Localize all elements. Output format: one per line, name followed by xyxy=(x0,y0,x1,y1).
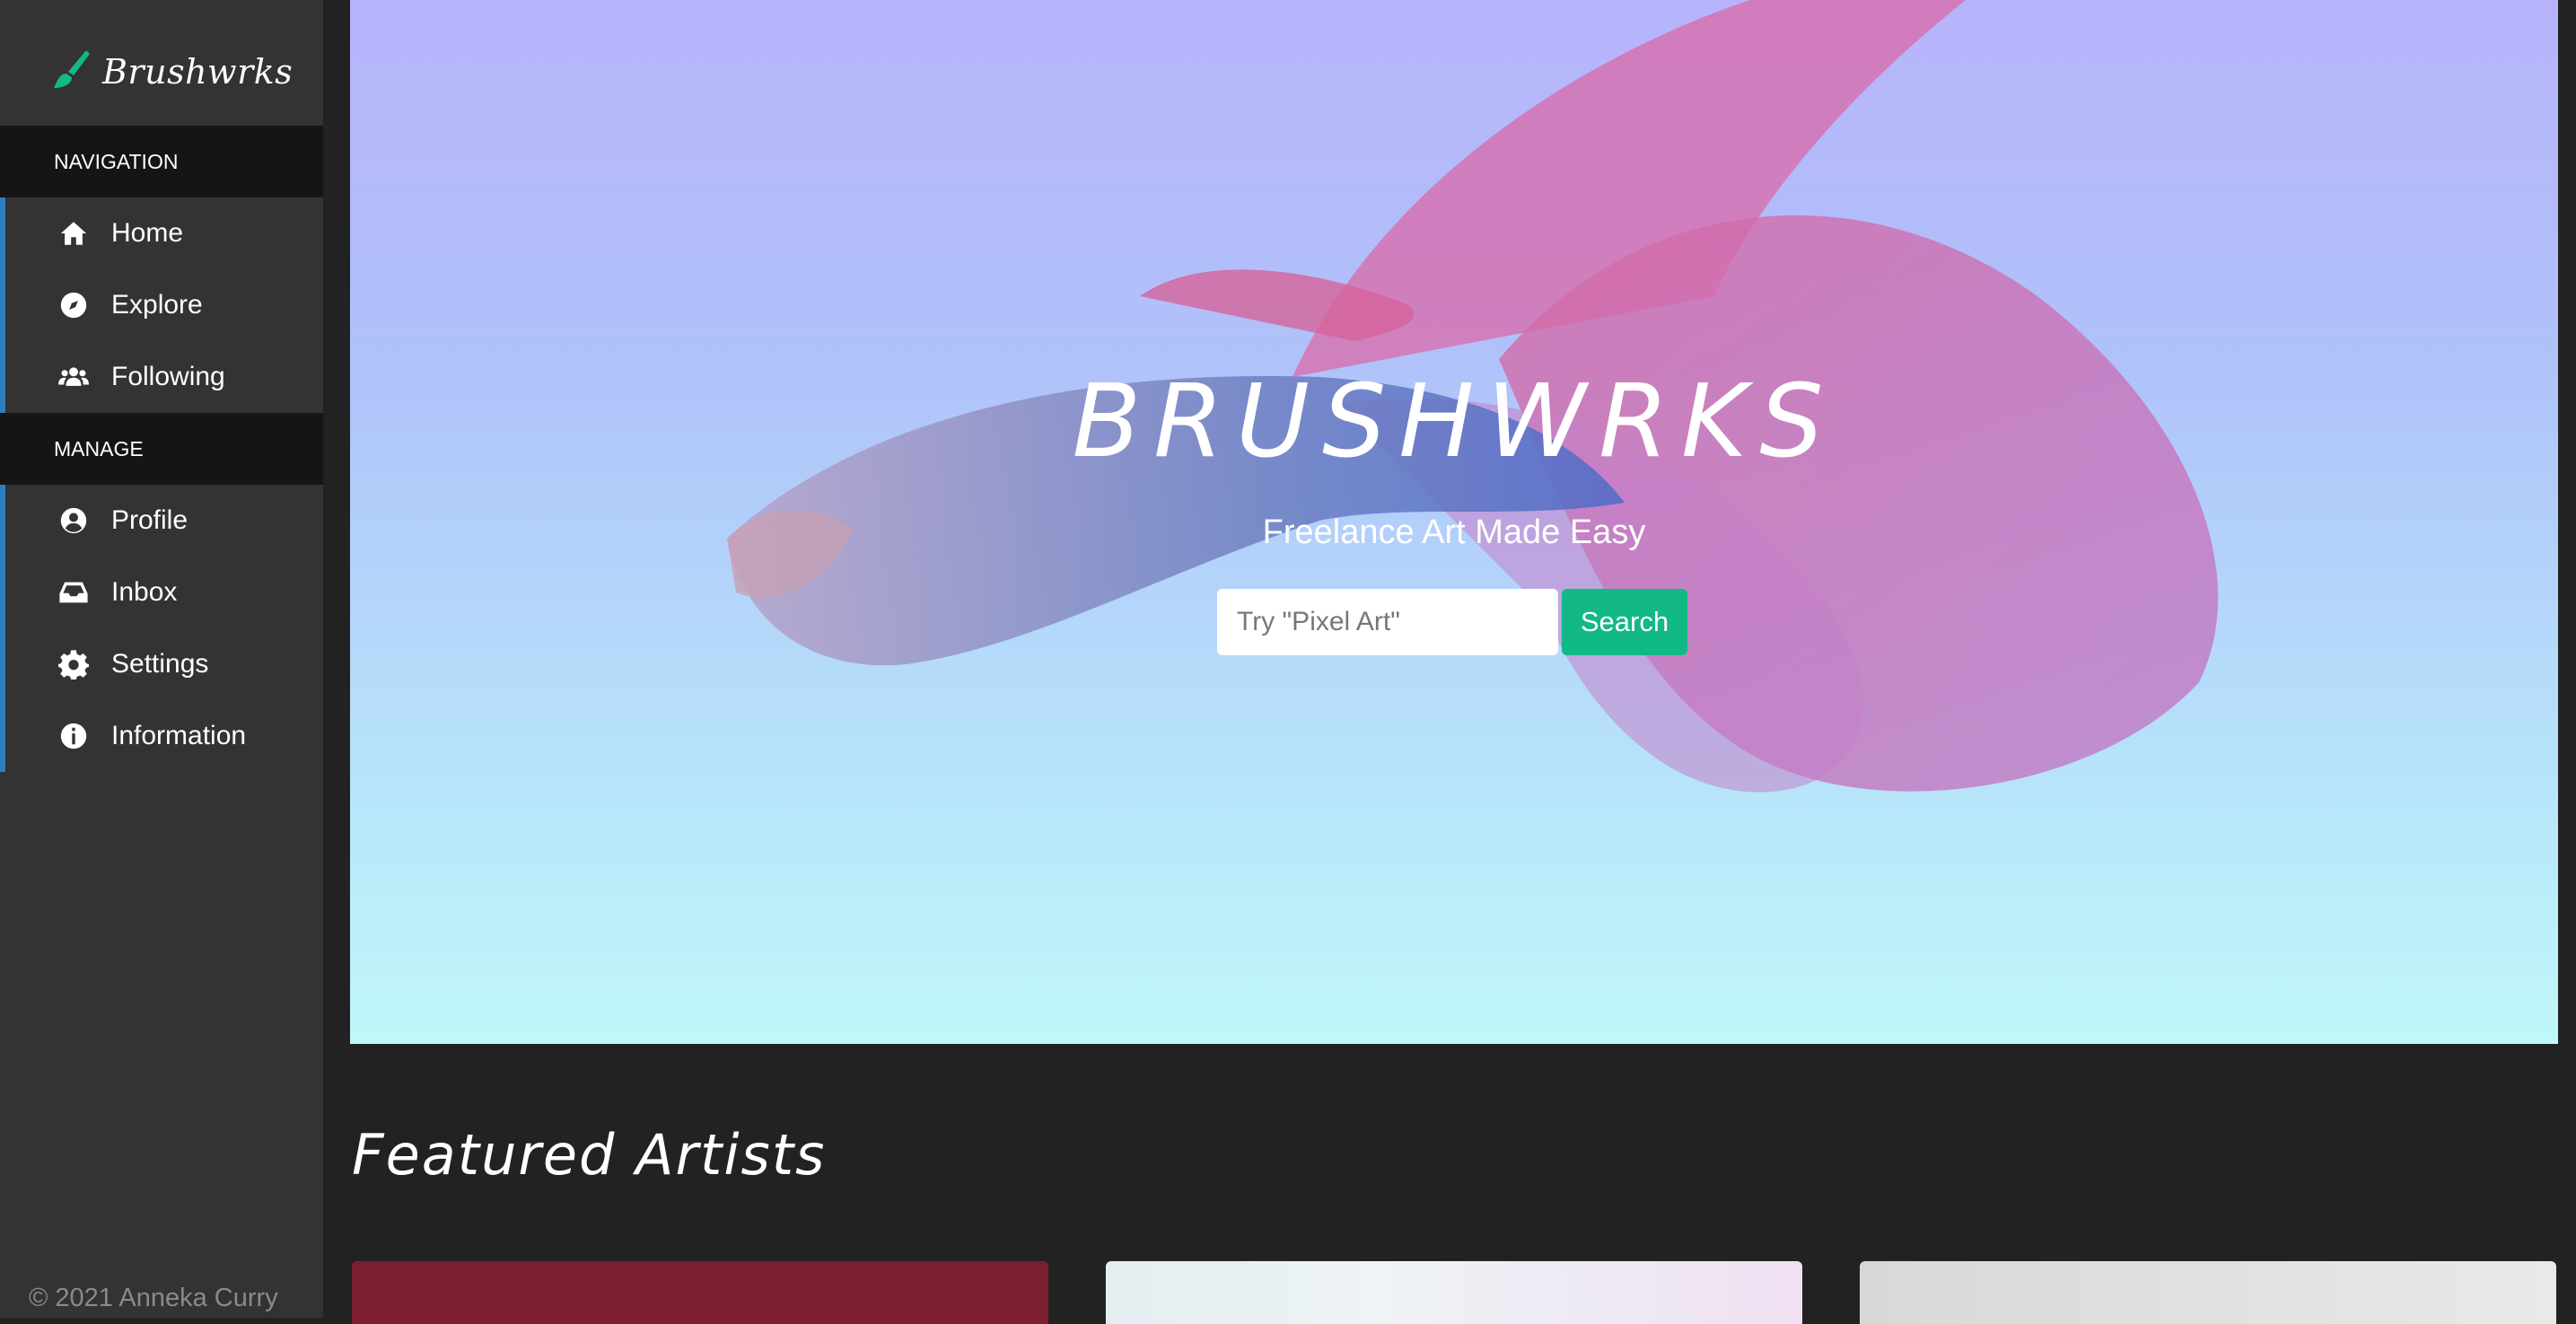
sidebar-item-following[interactable]: Following xyxy=(0,341,323,413)
sidebar-item-information[interactable]: Information xyxy=(0,700,323,772)
inbox-icon xyxy=(57,576,90,609)
sidebar-item-explore[interactable]: Explore xyxy=(0,269,323,341)
sidebar-item-label: Home xyxy=(111,218,184,248)
section-heading-navigation: NAVIGATION xyxy=(0,126,323,197)
logo[interactable]: Brushwrks xyxy=(50,45,293,99)
sidebar-item-settings[interactable]: Settings xyxy=(0,628,323,700)
users-icon xyxy=(57,361,90,393)
section-heading-manage: MANAGE xyxy=(0,413,323,485)
featured-artists-heading: Featured Artists xyxy=(352,1122,827,1188)
compass-icon xyxy=(57,289,90,321)
sidebar-item-label: Information xyxy=(111,721,247,750)
gear-icon xyxy=(57,648,90,680)
hero-banner: BRUSHWRKS Freelance Art Made Easy Search xyxy=(350,0,2558,1044)
hero-title: BRUSHWRKS xyxy=(1072,364,1836,480)
artist-card[interactable] xyxy=(1106,1261,1802,1324)
sidebar-item-label: Profile xyxy=(111,505,188,535)
hero-subtitle: Freelance Art Made Easy xyxy=(1262,513,1646,551)
user-circle-icon xyxy=(57,504,90,537)
sidebar-item-profile[interactable]: Profile xyxy=(0,485,323,557)
sidebar-item-label: Settings xyxy=(111,649,209,679)
home-icon xyxy=(57,217,90,250)
search-form: Search xyxy=(1217,589,1687,655)
search-button[interactable]: Search xyxy=(1562,589,1687,655)
sidebar-item-label: Explore xyxy=(111,290,203,320)
sidebar: Brushwrks NAVIGATION Home Explore Follow… xyxy=(0,0,323,1318)
info-icon xyxy=(57,720,90,752)
sidebar-item-home[interactable]: Home xyxy=(0,197,323,269)
sidebar-item-inbox[interactable]: Inbox xyxy=(0,557,323,628)
brush-icon xyxy=(50,48,90,96)
artist-card[interactable] xyxy=(352,1261,1048,1324)
artist-card[interactable] xyxy=(1860,1261,2556,1324)
sidebar-item-label: Following xyxy=(111,362,225,391)
logo-text: Brushwrks xyxy=(102,52,294,92)
search-input[interactable] xyxy=(1217,589,1558,655)
sidebar-item-label: Inbox xyxy=(111,577,178,607)
copyright: © 2021 Anneka Curry xyxy=(29,1284,278,1312)
